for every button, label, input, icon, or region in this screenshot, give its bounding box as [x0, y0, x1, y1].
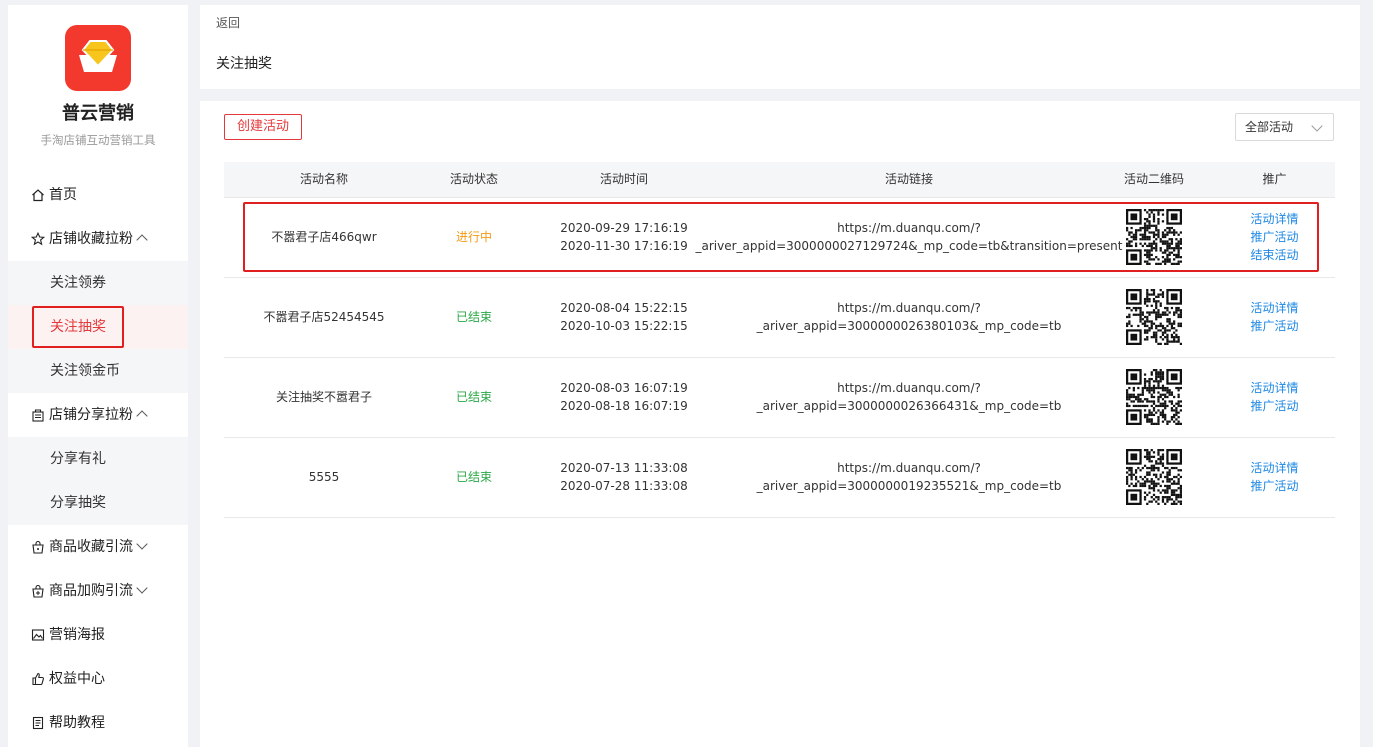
sub-item-label: 分享抽奖 — [50, 495, 106, 511]
back-link[interactable]: 返回 — [216, 14, 240, 31]
nav-item-product-favorite[interactable]: 商品收藏引流 — [8, 525, 188, 569]
brand-subtitle: 手淘店铺互动营销工具 — [40, 133, 156, 147]
app-logo — [65, 25, 131, 91]
nav-item-store-favorite[interactable]: 店铺收藏拉粉 — [8, 217, 188, 261]
link-line: https://m.duanqu.com/? — [837, 301, 981, 315]
activity-panel: 创建活动 全部活动 活动名称 活动状态 活动时间 活动链接 活动二维码 推广 不… — [200, 101, 1360, 747]
chevron-down-icon — [136, 538, 148, 550]
sidebar: 普云营销 手淘店铺互动营销工具 首页 店铺收藏拉粉 关注领券 关注抽奖 关注领金… — [8, 5, 188, 747]
table-row: 不嚣君子店52454545 已结束 2020-08-04 15:22:15 20… — [224, 277, 1335, 358]
column-header: 活动时间 — [599, 172, 648, 186]
end-time: 2020-07-28 11:33:08 — [560, 479, 688, 493]
table-row: 关注抽奖不嚣君子 已结束 2020-08-03 16:07:19 2020-08… — [224, 357, 1335, 438]
sub-item-label: 分享有礼 — [50, 451, 106, 467]
chevron-down-icon — [136, 582, 148, 594]
activity-link: https://m.duanqu.com/? _ariver_appid=300… — [724, 437, 1094, 517]
promo-actions: 活动详情 推广活动 — [1214, 437, 1335, 517]
status-badge: 已结束 — [455, 310, 492, 324]
sub-item-follow-coupon[interactable]: 关注领券 — [8, 261, 188, 305]
nav-item-label: 首页 — [49, 187, 77, 203]
qr-code-image[interactable] — [1126, 369, 1182, 425]
status-badge: 已结束 — [455, 470, 492, 484]
brand-name: 普云营销 — [62, 103, 134, 124]
table-header: 活动名称 活动状态 活动时间 活动链接 活动二维码 推广 — [224, 162, 1335, 198]
table-row: 5555 已结束 2020-07-13 11:33:08 2020-07-28 … — [224, 437, 1335, 518]
nav-item-label: 营销海报 — [49, 627, 105, 643]
column-header: 活动二维码 — [1123, 172, 1184, 186]
activity-time: 2020-08-04 15:22:15 2020-10-03 15:22:15 — [524, 277, 724, 357]
activity-name: 5555 — [308, 470, 340, 484]
nav-item-benefits[interactable]: 权益中心 — [8, 657, 188, 701]
qr-code-cell — [1094, 277, 1214, 357]
promote-activity-link[interactable]: 推广活动 — [1250, 477, 1298, 495]
link-line: https://m.duanqu.com/? — [837, 381, 981, 395]
qr-code-cell — [1094, 437, 1214, 517]
qr-code-image[interactable] — [1126, 449, 1182, 505]
activity-time: 2020-08-03 16:07:19 2020-08-18 16:07:19 — [524, 357, 724, 437]
sub-item-label: 关注领券 — [50, 275, 106, 291]
end-time: 2020-10-03 15:22:15 — [560, 319, 688, 333]
column-header: 活动状态 — [449, 172, 498, 186]
end-time: 2020-08-18 16:07:19 — [560, 399, 688, 413]
doc-icon — [32, 716, 44, 730]
activity-name: 不嚣君子店52454545 — [263, 310, 385, 324]
image-icon — [31, 629, 45, 641]
start-time: 2020-08-04 15:22:15 — [560, 301, 688, 315]
activity-filter-select[interactable]: 全部活动 — [1235, 113, 1334, 141]
create-activity-button[interactable]: 创建活动 — [224, 114, 302, 140]
promote-activity-link[interactable]: 推广活动 — [1250, 317, 1298, 335]
page-title: 关注抽奖 — [216, 56, 272, 72]
sub-item-label: 关注领金币 — [50, 363, 120, 379]
home-icon — [32, 189, 44, 202]
nav-item-label: 商品收藏引流 — [49, 539, 133, 555]
activity-details-link[interactable]: 活动详情 — [1250, 459, 1298, 477]
highlight-box — [32, 306, 124, 348]
share-icon — [32, 409, 44, 422]
page-header: 返回 关注抽奖 — [200, 5, 1360, 89]
start-time: 2020-07-13 11:33:08 — [560, 461, 688, 475]
activity-link: https://m.duanqu.com/? _ariver_appid=300… — [724, 357, 1094, 437]
link-line: _ariver_appid=3000000019235521&_mp_code=… — [756, 479, 1062, 493]
sub-item-share-gift[interactable]: 分享有礼 — [8, 437, 188, 481]
sub-item-follow-coins[interactable]: 关注领金币 — [8, 349, 188, 393]
chevron-down-icon — [1311, 120, 1323, 132]
promo-actions: 活动详情 推广活动 — [1214, 277, 1335, 357]
nav-item-home[interactable]: 首页 — [8, 173, 188, 217]
nav-item-store-share[interactable]: 店铺分享拉粉 — [8, 393, 188, 437]
highlight-box — [243, 202, 1319, 272]
chevron-up-icon — [136, 234, 148, 246]
nav-item-label: 帮助教程 — [49, 715, 105, 731]
promo-actions: 活动详情 推广活动 — [1214, 357, 1335, 437]
qr-code-image[interactable] — [1126, 289, 1182, 345]
bag-icon — [32, 540, 44, 554]
thumb-up-icon — [32, 672, 44, 686]
nav-item-label: 店铺收藏拉粉 — [49, 231, 133, 247]
qr-code-cell — [1094, 357, 1214, 437]
activity-time: 2020-07-13 11:33:08 2020-07-28 11:33:08 — [524, 437, 724, 517]
link-line: _ariver_appid=3000000026380103&_mp_code=… — [756, 319, 1062, 333]
link-line: _ariver_appid=3000000026366431&_mp_code=… — [756, 399, 1062, 413]
start-time: 2020-08-03 16:07:19 — [560, 381, 688, 395]
nav-item-label: 商品加购引流 — [49, 583, 133, 599]
nav-item-product-cart[interactable]: 商品加购引流 — [8, 569, 188, 613]
column-header: 活动链接 — [884, 172, 933, 186]
column-header: 推广 — [1262, 172, 1287, 186]
activity-name: 关注抽奖不嚣君子 — [275, 390, 372, 404]
chevron-up-icon — [136, 410, 148, 422]
nav-item-label: 权益中心 — [49, 671, 105, 687]
activity-link: https://m.duanqu.com/? _ariver_appid=300… — [724, 277, 1094, 357]
activity-details-link[interactable]: 活动详情 — [1250, 299, 1298, 317]
activity-details-link[interactable]: 活动详情 — [1250, 379, 1298, 397]
nav-item-label: 店铺分享拉粉 — [49, 407, 133, 423]
promote-activity-link[interactable]: 推广活动 — [1250, 397, 1298, 415]
nav-item-poster[interactable]: 营销海报 — [8, 613, 188, 657]
link-line: https://m.duanqu.com/? — [837, 461, 981, 475]
sub-item-share-lottery[interactable]: 分享抽奖 — [8, 481, 188, 525]
column-header: 活动名称 — [299, 172, 348, 186]
cart-bag-icon — [32, 584, 44, 598]
nav-item-help[interactable]: 帮助教程 — [8, 701, 188, 745]
star-icon — [31, 232, 45, 246]
status-badge: 已结束 — [455, 390, 492, 404]
filter-value: 全部活动 — [1245, 120, 1294, 134]
